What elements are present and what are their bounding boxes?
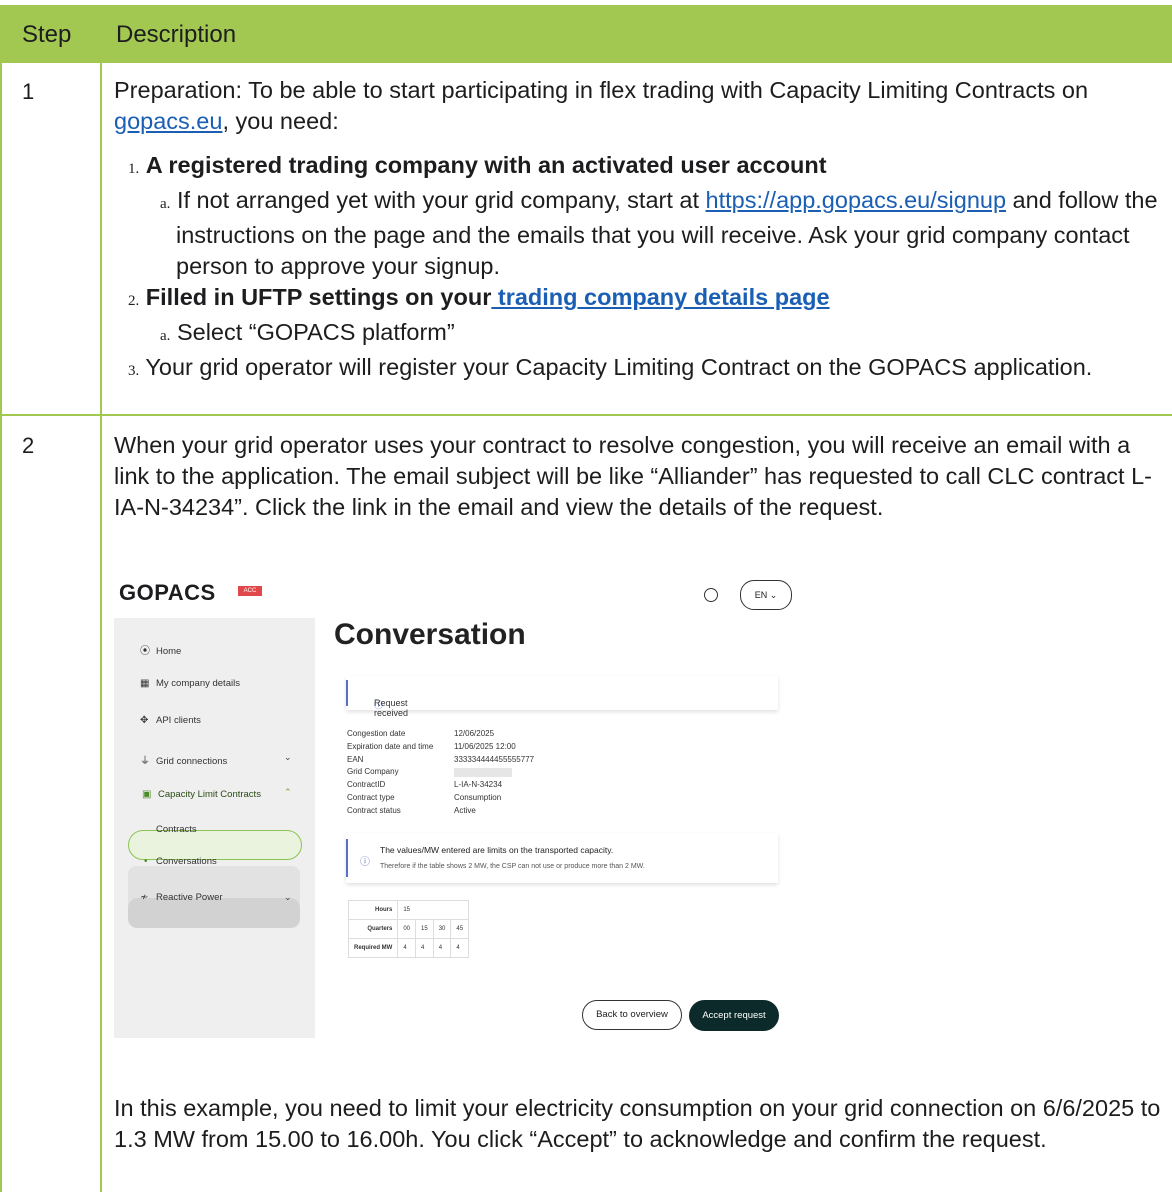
company-details-link[interactable]: trading company details page xyxy=(491,284,830,310)
required-mw-table: Hours 15 Quarters 00 15 30 45 Required MW 4 4 4 4 xyxy=(347,900,470,958)
detail-row: Contract type Consumption xyxy=(347,792,502,802)
env-badge: ACC xyxy=(238,586,262,596)
home-icon: ⦿ xyxy=(140,646,150,657)
sidebar-item-company[interactable]: ▦ My company details xyxy=(140,678,240,689)
chevron-down-icon: ⌄ xyxy=(284,752,292,762)
detail-row: EAN 333334444455555777 xyxy=(347,754,535,764)
info-icon: ⓘ xyxy=(360,857,370,868)
step-number-1: 1 xyxy=(22,79,35,104)
accept-request-button[interactable]: Accept request xyxy=(689,1000,779,1031)
back-to-overview-button[interactable]: Back to overview xyxy=(582,1000,682,1030)
list-item: 3. Your grid operator will register your… xyxy=(128,354,1093,380)
info-banner: ⓘ The values/MW entered are limits on th… xyxy=(346,833,778,883)
chevron-up-icon: ⌃ xyxy=(284,787,292,797)
row-divider xyxy=(0,414,1172,416)
status-banner: ⓘ Request received xyxy=(346,676,778,718)
sidebar: ⦿ Home ▦ My company details ✥ API clients ⏚… xyxy=(114,618,315,1038)
table-border-left xyxy=(0,63,2,1192)
table-column-divider xyxy=(100,63,102,1192)
sidebar-item-clc-label: ▣ Capacity Limit Contracts xyxy=(142,789,261,800)
plug-icon: ⏚ xyxy=(140,756,150,767)
sidebar-item-contracts[interactable]: Contracts xyxy=(156,824,197,835)
gopacs-link[interactable]: gopacs.eu xyxy=(114,108,222,134)
detail-row: Contract status Active xyxy=(347,805,476,815)
dot-icon: • xyxy=(144,856,148,867)
chevron-down-icon: ⌄ xyxy=(284,892,292,902)
step-1-intro: Preparation: To be able to start partici… xyxy=(114,77,1089,134)
app-screenshot: GOPACS ACC EN ⌄ ⦿ Home ▦ My company detail… xyxy=(114,570,796,1038)
signup-link[interactable]: https://app.gopacs.eu/signup xyxy=(706,187,1007,213)
api-icon: ✥ xyxy=(140,715,149,726)
details-list: Congestion date 12/06/2025 Expiration dat… xyxy=(347,728,534,818)
redacted-value xyxy=(454,767,512,777)
sidebar-item-reactive[interactable]: ≁ Reactive Power xyxy=(140,892,223,903)
gopacs-logo: GOPACS xyxy=(119,580,216,605)
status-text: Request received xyxy=(374,698,409,718)
sidebar-item-home[interactable]: ⦿ Home xyxy=(140,642,181,657)
list-item: 2. Filled in UFTP settings on your tradi… xyxy=(128,284,830,310)
document-icon: ▣ xyxy=(142,789,152,800)
prerequisite-list: 1. A registered trading company with an … xyxy=(128,150,1168,387)
conversation-panel: Conversation ⓘ Request received Congesti… xyxy=(334,618,796,1038)
list-subitem: a. If not arranged yet with your grid co… xyxy=(160,187,1158,279)
detail-row: Congestion date 12/06/2025 xyxy=(347,729,495,738)
user-icon[interactable] xyxy=(704,588,718,602)
wave-icon: ≁ xyxy=(140,892,149,903)
step-2-text: When your grid operator uses your contra… xyxy=(114,432,1152,520)
header-step: Step xyxy=(22,21,72,48)
page-title: Conversation xyxy=(334,618,526,651)
detail-row: Expiration date and time 11/06/2025 12:00 xyxy=(347,741,516,751)
table-header: Step Description xyxy=(0,5,1172,63)
list-item: 1. A registered trading company with an … xyxy=(128,152,827,178)
list-subitem: a. Select “GOPACS platform” xyxy=(160,319,455,345)
step-number-2: 2 xyxy=(22,433,35,458)
header-description: Description xyxy=(116,21,237,48)
detail-row: Grid Company xyxy=(347,766,534,779)
sidebar-item-grid[interactable]: ⏚ Grid connections xyxy=(140,752,227,767)
sidebar-item-api[interactable]: ✥ API clients xyxy=(140,715,201,726)
step-2-footer: In this example, you need to limit your … xyxy=(114,1095,1161,1152)
building-icon: ▦ xyxy=(140,678,150,689)
language-selector[interactable]: EN ⌄ xyxy=(740,580,792,610)
sidebar-item-conversations-label: • Conversations xyxy=(144,856,217,867)
detail-row: ContractID L-IA-N-34234 xyxy=(347,780,503,790)
